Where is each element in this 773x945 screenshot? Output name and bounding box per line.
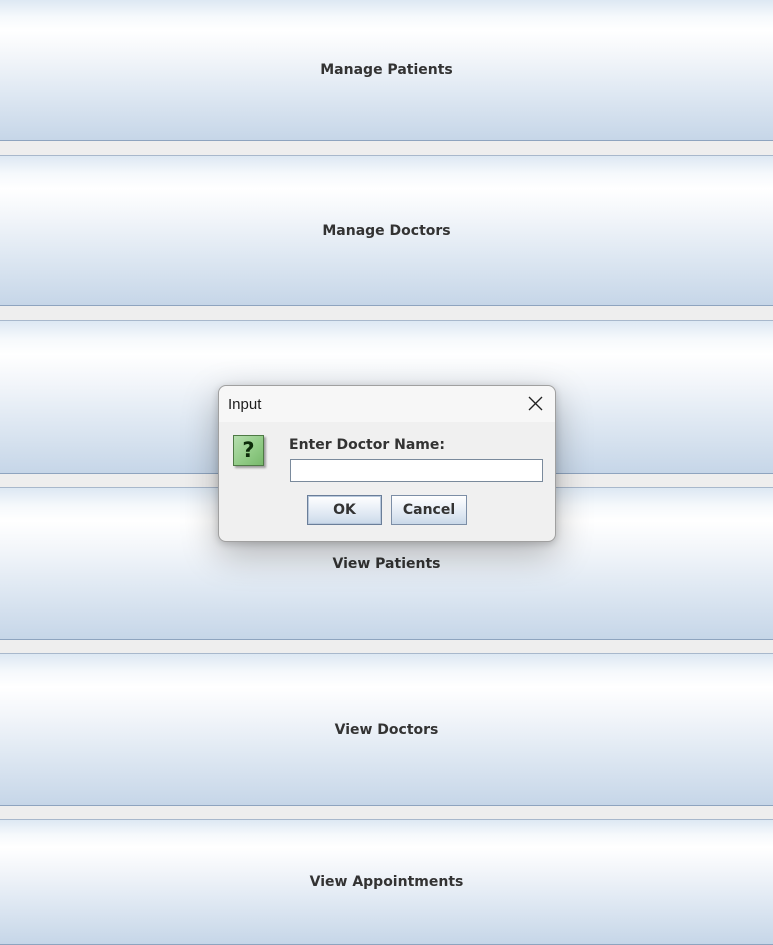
input-dialog: Input ? Enter Doctor Name: OK Cancel <box>218 385 556 542</box>
view-appointments-button[interactable]: View Appointments <box>0 819 773 945</box>
close-button[interactable] <box>523 392 547 416</box>
dialog-title: Input <box>228 396 262 413</box>
view-doctors-button[interactable]: View Doctors <box>0 653 773 806</box>
cancel-button[interactable]: Cancel <box>391 495 467 525</box>
ok-button[interactable]: OK <box>307 495 382 525</box>
dialog-titlebar[interactable]: Input <box>219 386 555 422</box>
dialog-prompt: Enter Doctor Name: <box>289 437 445 453</box>
manage-patients-button[interactable]: Manage Patients <box>0 0 773 141</box>
close-icon <box>528 396 543 411</box>
manage-doctors-button[interactable]: Manage Doctors <box>0 155 773 306</box>
question-mark-glyph: ? <box>242 438 255 462</box>
question-icon: ? <box>233 435 264 466</box>
doctor-name-input[interactable] <box>290 459 543 482</box>
